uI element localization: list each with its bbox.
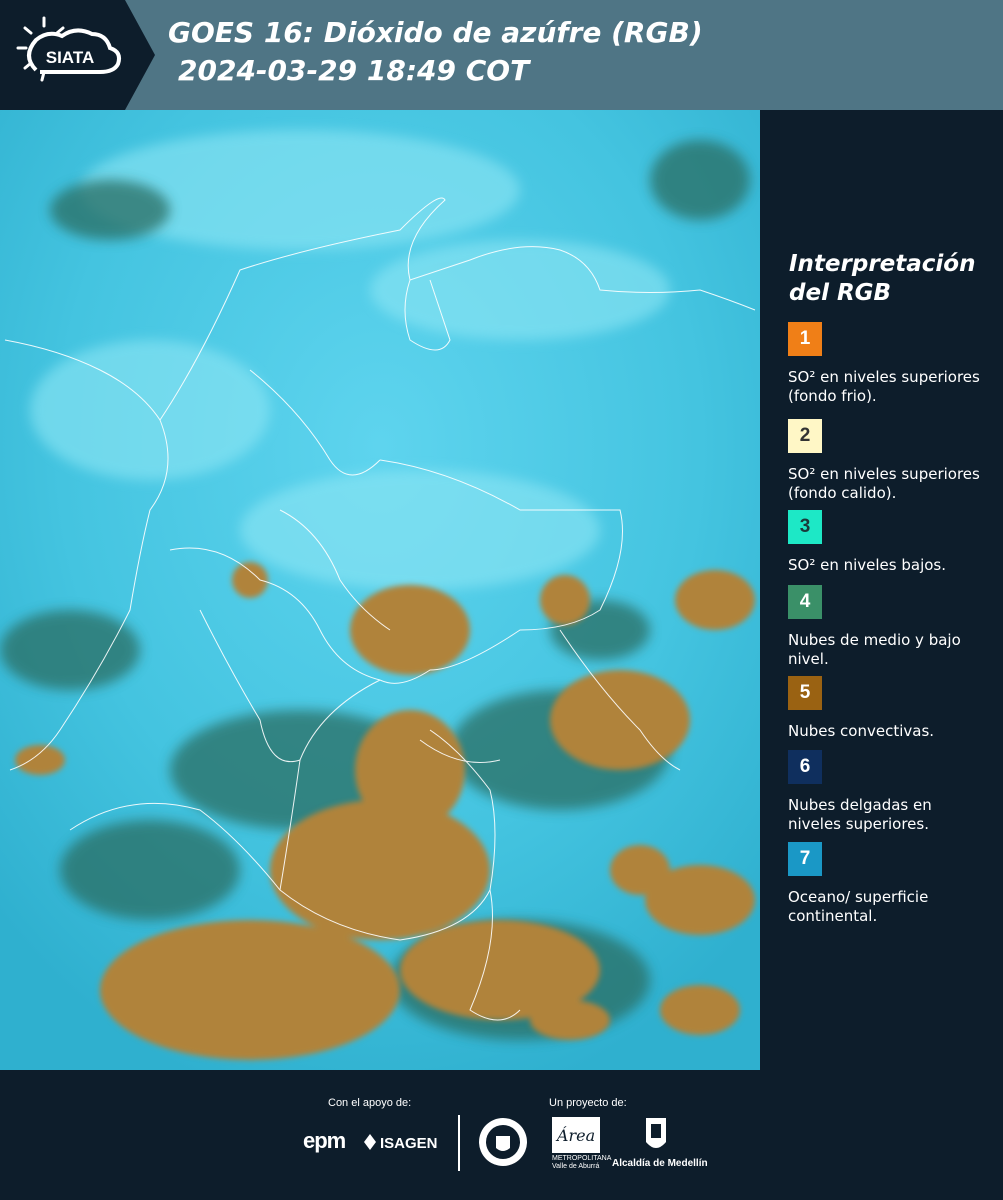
satellite-map[interactable] <box>0 110 760 1070</box>
area-metropolitana-logo: Área <box>552 1117 600 1153</box>
legend-title-line2: del RGB <box>789 280 892 306</box>
legend-item-1: 1 SO² en niveles superiores (fondo frio)… <box>788 322 988 406</box>
legend-label-1: SO² en niveles superiores (fondo frio). <box>788 368 980 405</box>
header: SIATA GOES 16: Dióxido de azúfre (RGB) 2… <box>0 0 1003 110</box>
legend-swatch-2: 2 <box>788 419 822 453</box>
legend-item-3: 3 SO² en niveles bajos. <box>788 510 988 575</box>
legend-label-2: SO² en niveles superiores (fondo calido)… <box>788 465 980 502</box>
page-timestamp: 2024-03-29 18:49 COT <box>178 54 530 87</box>
isagen-logo-text: ISAGEN <box>380 1135 438 1152</box>
area-metropolitana-text: METROPOLITANA Valle de Aburrá <box>552 1155 611 1170</box>
siata-logo: SIATA <box>0 0 155 110</box>
legend-number-4: 4 <box>799 591 811 612</box>
epm-logo: epm <box>303 1128 346 1153</box>
legend-label-7: Oceano/ superficie continental. <box>788 888 929 925</box>
footer-divider <box>458 1115 460 1171</box>
legend-swatch-6: 6 <box>788 750 822 784</box>
legend-item-7: 7 Oceano/ superficie continental. <box>788 842 988 926</box>
legend-title: Interpretación del RGB <box>789 250 989 308</box>
legend-number-2: 2 <box>799 425 811 446</box>
isagen-logo: ISAGEN <box>364 1134 438 1152</box>
legend-item-4: 4 Nubes de medio y bajo nivel. <box>788 585 988 669</box>
legend-number-3: 3 <box>799 516 811 537</box>
legend-item-2: 2 SO² en niveles superiores (fondo calid… <box>788 419 988 503</box>
legend-swatch-3: 3 <box>788 510 822 544</box>
legend-panel: Interpretación del RGB 1 SO² en niveles … <box>760 110 1003 1070</box>
project-label: Un proyecto de: <box>549 1097 627 1109</box>
legend-swatch-4: 4 <box>788 585 822 619</box>
legend-number-6: 6 <box>799 756 811 777</box>
legend-number-7: 7 <box>799 848 811 869</box>
alcaldia-shield-logo <box>646 1118 666 1148</box>
footer: Con el apoyo de: Un proyecto de: epm ISA… <box>0 1070 1003 1200</box>
alcaldia-text: Alcaldía de Medellín <box>612 1158 708 1169</box>
legend-swatch-1: 1 <box>788 322 822 356</box>
legend-number-1: 1 <box>799 328 811 349</box>
svg-text:Área: Área <box>555 1125 595 1145</box>
siata-logo-text: SIATA <box>46 48 94 67</box>
legend-number-5: 5 <box>799 682 811 703</box>
legend-item-6: 6 Nubes delgadas en niveles superiores. <box>788 750 988 834</box>
legend-label-6: Nubes delgadas en niveles superiores. <box>788 796 932 833</box>
page-title: GOES 16: Dióxido de azúfre (RGB) <box>168 16 703 49</box>
legend-item-5: 5 Nubes convectivas. <box>788 676 988 741</box>
support-label: Con el apoyo de: <box>328 1097 412 1109</box>
legend-label-3: SO² en niveles bajos. <box>788 556 947 574</box>
legend-swatch-7: 7 <box>788 842 822 876</box>
legend-title-line1: Interpretación <box>789 251 976 277</box>
medellin-seal-logo <box>479 1118 527 1166</box>
legend-label-5: Nubes convectivas. <box>788 722 935 740</box>
legend-swatch-5: 5 <box>788 676 822 710</box>
legend-label-4: Nubes de medio y bajo nivel. <box>788 631 961 668</box>
